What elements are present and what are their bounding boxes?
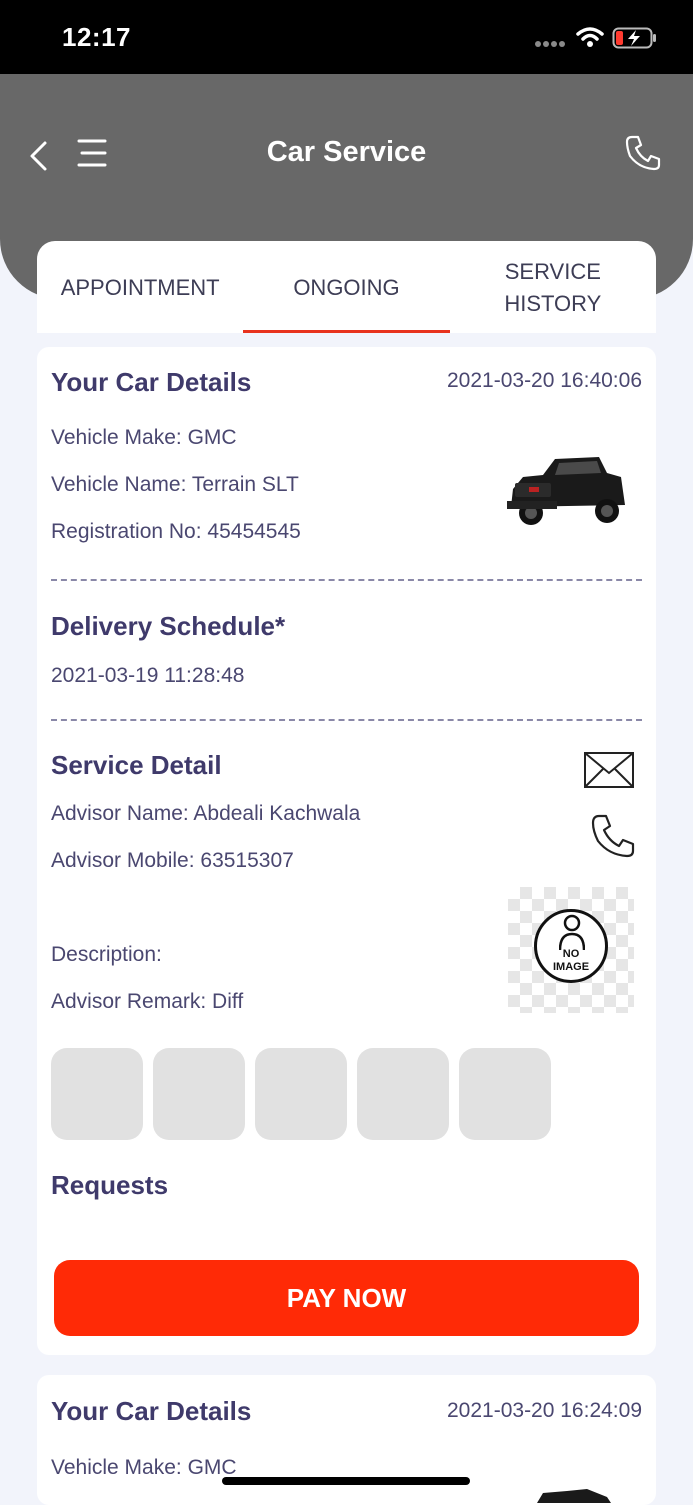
photo-slot[interactable] [153, 1048, 245, 1140]
cellular-signal-icon [535, 41, 565, 47]
wifi-icon [576, 27, 604, 47]
advisor-name: Advisor Name: Abdeali Kachwala [51, 802, 361, 825]
car-details-title: Your Car Details [51, 1396, 252, 1426]
service-card: Your Car Details 2021-03-20 16:40:06 Veh… [37, 347, 656, 1355]
envelope-icon[interactable] [583, 751, 635, 789]
card-datetime: 2021-03-20 16:24:09 [447, 1399, 642, 1422]
tab-appointment[interactable]: APPOINTMENT [37, 241, 243, 333]
status-time: 12:17 [62, 22, 131, 52]
card-datetime: 2021-03-20 16:40:06 [447, 369, 642, 392]
vehicle-name: Vehicle Name: Terrain SLT [51, 473, 299, 496]
service-detail-title: Service Detail [51, 750, 222, 780]
advisor-remark: Advisor Remark: Diff [51, 990, 244, 1013]
vehicle-make: Vehicle Make: GMC [51, 426, 237, 449]
page-title: Car Service [266, 136, 427, 168]
no-image-label: NO IMAGE [552, 948, 590, 973]
requests-title: Requests [51, 1170, 169, 1200]
pickup-truck-image [537, 1489, 611, 1503]
service-card: Your Car Details 2021-03-20 16:24:09 Veh… [37, 1375, 656, 1505]
tab-ongoing[interactable]: ONGOING [243, 241, 450, 333]
battery-charging-icon [612, 27, 656, 49]
photo-slot[interactable] [459, 1048, 551, 1140]
divider [51, 579, 642, 581]
pay-now-button[interactable]: PAY NOW [54, 1260, 639, 1336]
tab-service-history[interactable]: SERVICE HISTORY [450, 241, 656, 333]
phone-icon[interactable] [590, 813, 636, 859]
photo-slot[interactable] [357, 1048, 449, 1140]
advisor-mobile: Advisor Mobile: 63515307 [51, 849, 294, 872]
registration-number: Registration No: 45454545 [51, 520, 301, 543]
photo-slot[interactable] [51, 1048, 143, 1140]
delivery-schedule-title: Delivery Schedule* [51, 611, 286, 641]
divider [51, 719, 642, 721]
service-tabs: APPOINTMENT ONGOING SERVICE HISTORY [37, 241, 656, 333]
vehicle-make: Vehicle Make: GMC [51, 1456, 237, 1479]
photo-slot[interactable] [255, 1048, 347, 1140]
home-indicator[interactable] [222, 1477, 470, 1485]
user-icon [559, 914, 585, 950]
phone-icon[interactable] [624, 134, 662, 172]
delivery-datetime: 2021-03-19 11:28:48 [51, 664, 245, 687]
status-bar: 12:17 [0, 0, 693, 74]
pickup-truck-image [507, 457, 625, 525]
avatar: NO IMAGE [534, 909, 608, 983]
description-label: Description: [51, 943, 162, 966]
car-details-title: Your Car Details [51, 367, 252, 397]
advisor-photo-placeholder: NO IMAGE [508, 887, 634, 1013]
